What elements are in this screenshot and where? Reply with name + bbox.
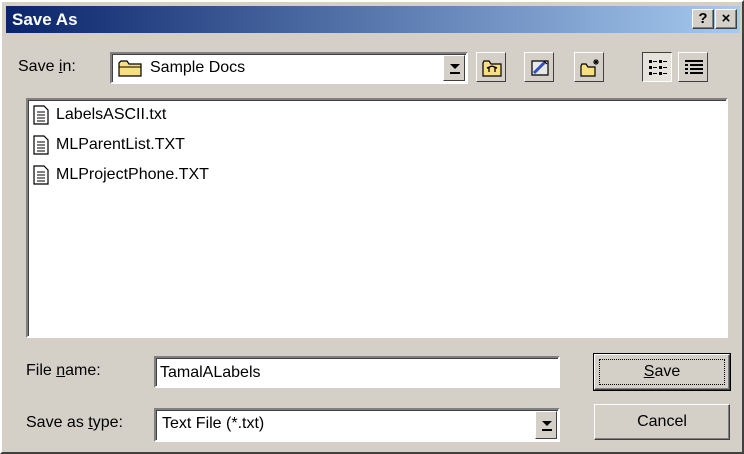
save-in-combo[interactable]: Sample Docs (110, 52, 468, 84)
close-button[interactable]: × (715, 9, 737, 29)
new-folder-icon (580, 59, 599, 77)
up-one-level-button[interactable] (476, 52, 506, 82)
save-button[interactable]: Save (593, 353, 731, 391)
file-name-label: File name: (26, 362, 101, 379)
details-view-icon (685, 60, 703, 74)
save-in-value: Sample Docs (150, 59, 246, 76)
file-name: MLProjectPhone.TXT (56, 166, 209, 183)
list-view-button[interactable] (642, 52, 672, 82)
save-as-dialog: Save As ? × Save in: Sample Docs LabelsA… (0, 0, 744, 454)
details-view-button[interactable] (678, 52, 708, 82)
save-as-type-dropdown-button[interactable] (535, 411, 557, 439)
save-in-dropdown-button[interactable] (443, 55, 465, 81)
title-bar[interactable]: Save As ? × (6, 6, 740, 33)
help-button[interactable]: ? (692, 9, 714, 29)
chevron-down-icon (450, 64, 460, 69)
list-view-icon (649, 60, 667, 75)
chevron-down-icon (542, 421, 552, 426)
window-title: Save As (12, 10, 78, 29)
file-name: LabelsASCII.txt (56, 106, 167, 123)
text-file-icon (33, 165, 49, 185)
text-file-icon (33, 135, 49, 155)
save-as-type-value: Text File (*.txt) (162, 415, 265, 432)
cancel-button[interactable]: Cancel (594, 404, 730, 440)
text-file-icon (33, 105, 49, 125)
up-folder-icon (482, 60, 502, 77)
save-as-type-label: Save as type: (26, 414, 123, 431)
file-name: MLParentList.TXT (56, 136, 185, 153)
file-name-input[interactable] (160, 361, 552, 385)
desktop-button[interactable] (524, 52, 554, 82)
file-list[interactable]: LabelsASCII.txt MLParentList.TXT MLProje… (26, 98, 728, 338)
close-icon: × (721, 10, 731, 27)
desktop-icon (531, 60, 549, 76)
save-in-label: Save in: (18, 58, 76, 75)
save-as-type-combo[interactable]: Text File (*.txt) (154, 408, 560, 442)
folder-icon (118, 60, 142, 77)
create-new-folder-button[interactable] (574, 52, 604, 82)
file-name-field[interactable] (154, 356, 560, 388)
